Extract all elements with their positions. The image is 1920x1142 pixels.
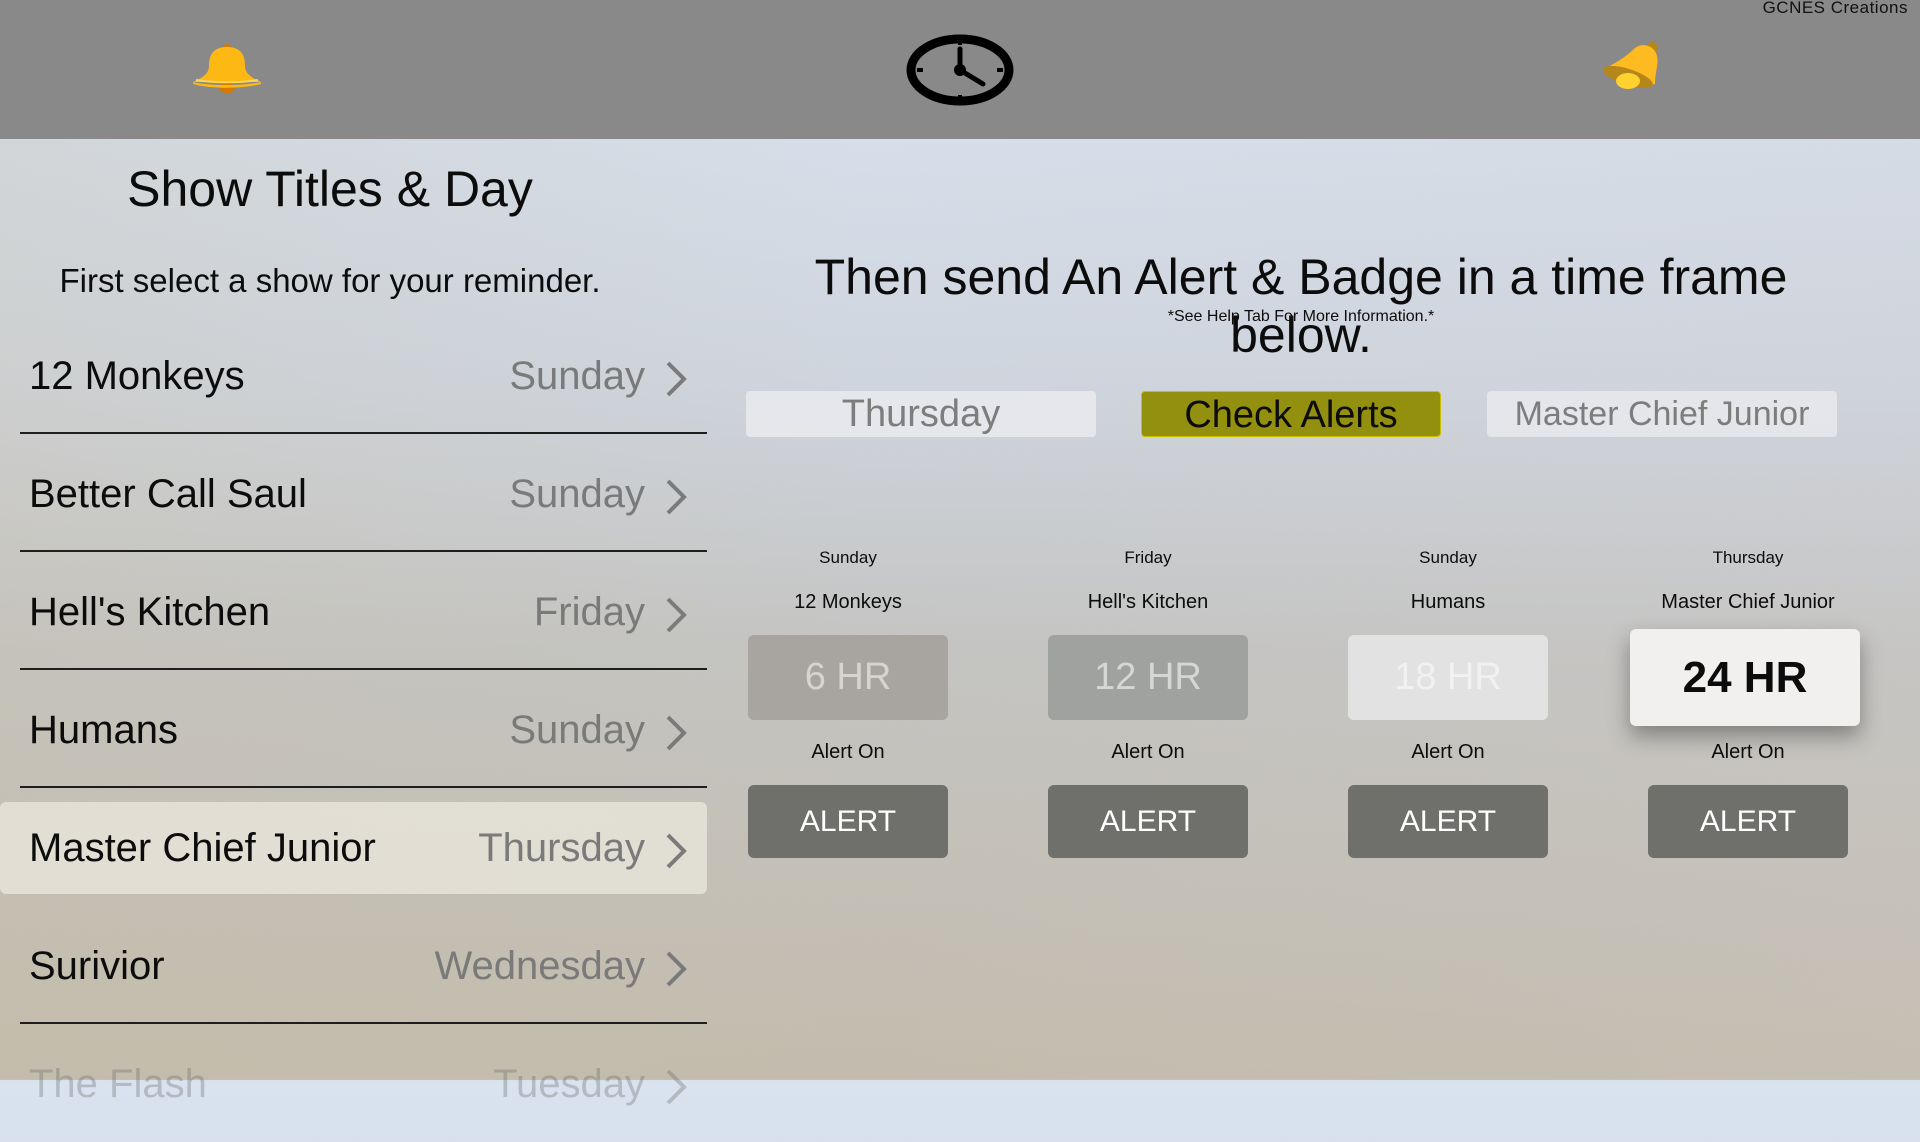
check-alerts-button[interactable]: Check Alerts <box>1141 391 1441 437</box>
help-note: *See Help Tab For More Information.* <box>1167 308 1435 325</box>
show-list: 12 Monkeys Sunday Better Call Saul Sunda… <box>0 316 707 1142</box>
alert-status: Alert On <box>1111 741 1185 763</box>
show-list-subtitle: First select a show for your reminder. <box>59 262 601 299</box>
show-day: Tuesday <box>493 1062 645 1106</box>
chevron-right-icon <box>666 1069 687 1105</box>
chevron-right-icon <box>666 479 687 515</box>
chevron-right-icon <box>666 715 687 751</box>
card-day: Sunday <box>1419 548 1477 567</box>
alert-button[interactable]: ALERT <box>748 785 948 858</box>
timeframe-6hr-button[interactable]: 6 HR <box>748 635 948 720</box>
card-show-title: Hell's Kitchen <box>1087 591 1209 613</box>
show-name: Better Call Saul <box>29 472 307 516</box>
ringing-bell-icon[interactable] <box>1595 40 1665 96</box>
show-day: Sunday <box>509 708 645 752</box>
show-row-humans[interactable]: Humans Sunday <box>0 670 707 788</box>
alert-button[interactable]: ALERT <box>1048 785 1248 858</box>
show-name: Master Chief Junior <box>29 826 376 870</box>
chevron-right-icon <box>666 361 687 397</box>
bell-icon[interactable] <box>190 44 264 96</box>
show-name: Hell's Kitchen <box>29 590 271 634</box>
show-name: 12 Monkeys <box>29 354 245 398</box>
card-show-title: Master Chief Junior <box>1661 591 1835 613</box>
card-show-title: Humans <box>1410 591 1486 613</box>
brand-label: GCNES Creations <box>1762 0 1908 17</box>
alert-button[interactable]: ALERT <box>1348 785 1548 858</box>
chevron-right-icon <box>666 951 687 987</box>
show-day: Wednesday <box>434 944 645 988</box>
card-day: Friday <box>1124 548 1172 567</box>
show-name: The Flash <box>29 1062 207 1106</box>
show-name: Surivior <box>29 944 165 988</box>
show-day: Thursday <box>478 826 645 870</box>
clock-icon[interactable] <box>905 34 1015 106</box>
chevron-right-icon <box>666 833 687 869</box>
show-name: Humans <box>29 708 178 752</box>
card-day: Thursday <box>1712 548 1784 567</box>
top-bar: GCNES Creations <box>0 0 1920 139</box>
chevron-right-icon <box>666 597 687 633</box>
show-row-hells-kitchen[interactable]: Hell's Kitchen Friday <box>0 552 707 670</box>
alert-status: Alert On <box>1711 741 1785 763</box>
card-day: Sunday <box>819 548 877 567</box>
show-day: Friday <box>533 590 645 634</box>
show-row-the-flash[interactable]: The Flash Tuesday <box>0 1024 707 1142</box>
timeframe-12hr-button[interactable]: 12 HR <box>1048 635 1248 720</box>
selected-day-button[interactable]: Thursday <box>746 391 1096 437</box>
timeframe-24hr-button[interactable]: 24 HR <box>1630 629 1860 726</box>
show-row-12-monkeys[interactable]: 12 Monkeys Sunday <box>0 316 707 434</box>
alert-status: Alert On <box>811 741 885 763</box>
timeframe-18hr-button[interactable]: 18 HR <box>1348 635 1548 720</box>
show-row-surivior[interactable]: Surivior Wednesday <box>0 906 707 1024</box>
card-show-title: 12 Monkeys <box>794 591 902 613</box>
instruction-headline: Then send An Alert & Badge in a time fra… <box>814 249 1788 363</box>
alert-status: Alert On <box>1411 741 1485 763</box>
show-row-master-chief-junior[interactable]: Master Chief Junior Thursday <box>0 788 707 906</box>
show-list-title: Show Titles & Day <box>127 161 533 217</box>
selected-show-button[interactable]: Master Chief Junior <box>1487 391 1837 437</box>
show-day: Sunday <box>509 472 645 516</box>
alert-button[interactable]: ALERT <box>1648 785 1848 858</box>
show-day: Sunday <box>509 354 645 398</box>
show-row-better-call-saul[interactable]: Better Call Saul Sunday <box>0 434 707 552</box>
